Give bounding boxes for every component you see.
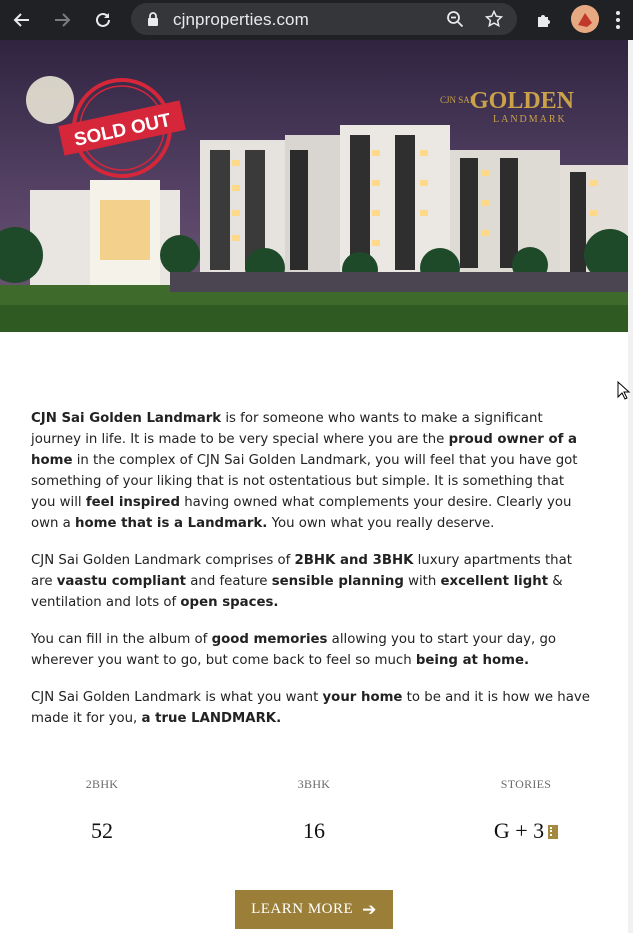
emphasis-text: sensible planning (271, 574, 404, 589)
emphasis-text: CJN Sai Golden Landmark (31, 411, 222, 426)
paragraph-intro: CJN Sai Golden Landmark is for someone w… (31, 408, 591, 534)
hero-banner-image: SOLD OUT CJN SAI GOLDEN LANDMARK (0, 40, 628, 332)
logo-small: CJN SAI (440, 95, 473, 105)
emphasis-text: being at home. (415, 653, 530, 668)
emphasis-text: a true LANDMARK. (141, 711, 282, 726)
paragraph-apartments: CJN Sai Golden Landmark comprises of 2BH… (31, 550, 591, 613)
extensions-icon[interactable] (530, 6, 558, 34)
page-scrollbar[interactable] (628, 40, 633, 933)
stat-label: STORIES (500, 777, 552, 791)
back-icon[interactable] (8, 6, 36, 34)
stat-stories: STORIES G + 3 (451, 777, 601, 844)
body-text: CJN Sai Golden Landmark comprises of (31, 553, 295, 568)
stat-value: 16 (303, 818, 325, 843)
stat-value: G + 3 (493, 818, 545, 843)
emphasis-text: good memories (211, 632, 328, 647)
stat-label: 2BHK (85, 777, 119, 791)
mouse-cursor-icon (617, 381, 631, 400)
stat-label: 3BHK (297, 777, 331, 791)
emphasis-text: open spaces. (180, 595, 279, 610)
logo-sub: LANDMARK (493, 114, 567, 125)
building-icon (548, 825, 559, 839)
paragraph-memories: You can fill in the album of good memori… (31, 629, 591, 671)
stat-value-wrap: G + 3 (451, 818, 601, 844)
emphasis-text: feel inspired (85, 495, 180, 510)
url-text[interactable]: cjnproperties.com (173, 10, 309, 30)
body-text: CJN Sai Golden Landmark is what you want (31, 690, 323, 705)
learn-more-button[interactable]: LEARN MORE ➔ (235, 890, 393, 929)
emphasis-text: excellent light (440, 574, 549, 589)
paragraph-landmark: CJN Sai Golden Landmark is what you want… (31, 687, 591, 729)
arrow-right-icon: ➔ (362, 899, 377, 919)
stat-value: 52 (91, 818, 113, 843)
stat-3bhk: 3BHK 16 (239, 777, 389, 844)
emphasis-text: 2BHK and 3BHK (294, 553, 414, 568)
article-body: CJN Sai Golden Landmark is for someone w… (31, 408, 591, 745)
browser-menu-icon[interactable] (611, 8, 625, 32)
stats-row: 2BHK 52 3BHK 16 STORIES G + 3 (0, 777, 628, 847)
emphasis-text: home that is a Landmark. (75, 516, 268, 531)
browser-toolbar: cjnproperties.com (0, 0, 633, 40)
body-text: and feature (186, 574, 272, 589)
body-text: with (403, 574, 441, 589)
forward-icon[interactable] (48, 6, 76, 34)
reload-icon[interactable] (89, 6, 117, 34)
body-text: You own what you really deserve. (267, 516, 495, 531)
lock-icon[interactable] (143, 9, 163, 29)
address-bar[interactable]: cjnproperties.com (131, 3, 517, 35)
logo-main: GOLDEN (470, 88, 575, 114)
emphasis-text: your home (322, 690, 403, 705)
learn-more-label: LEARN MORE (251, 901, 354, 917)
bookmark-star-icon[interactable] (484, 9, 504, 29)
zoom-icon[interactable] (445, 9, 465, 29)
stat-2bhk: 2BHK 52 (27, 777, 177, 844)
body-text: You can fill in the album of (31, 632, 212, 647)
emphasis-text: vaastu compliant (56, 574, 187, 589)
profile-avatar[interactable] (571, 5, 599, 33)
